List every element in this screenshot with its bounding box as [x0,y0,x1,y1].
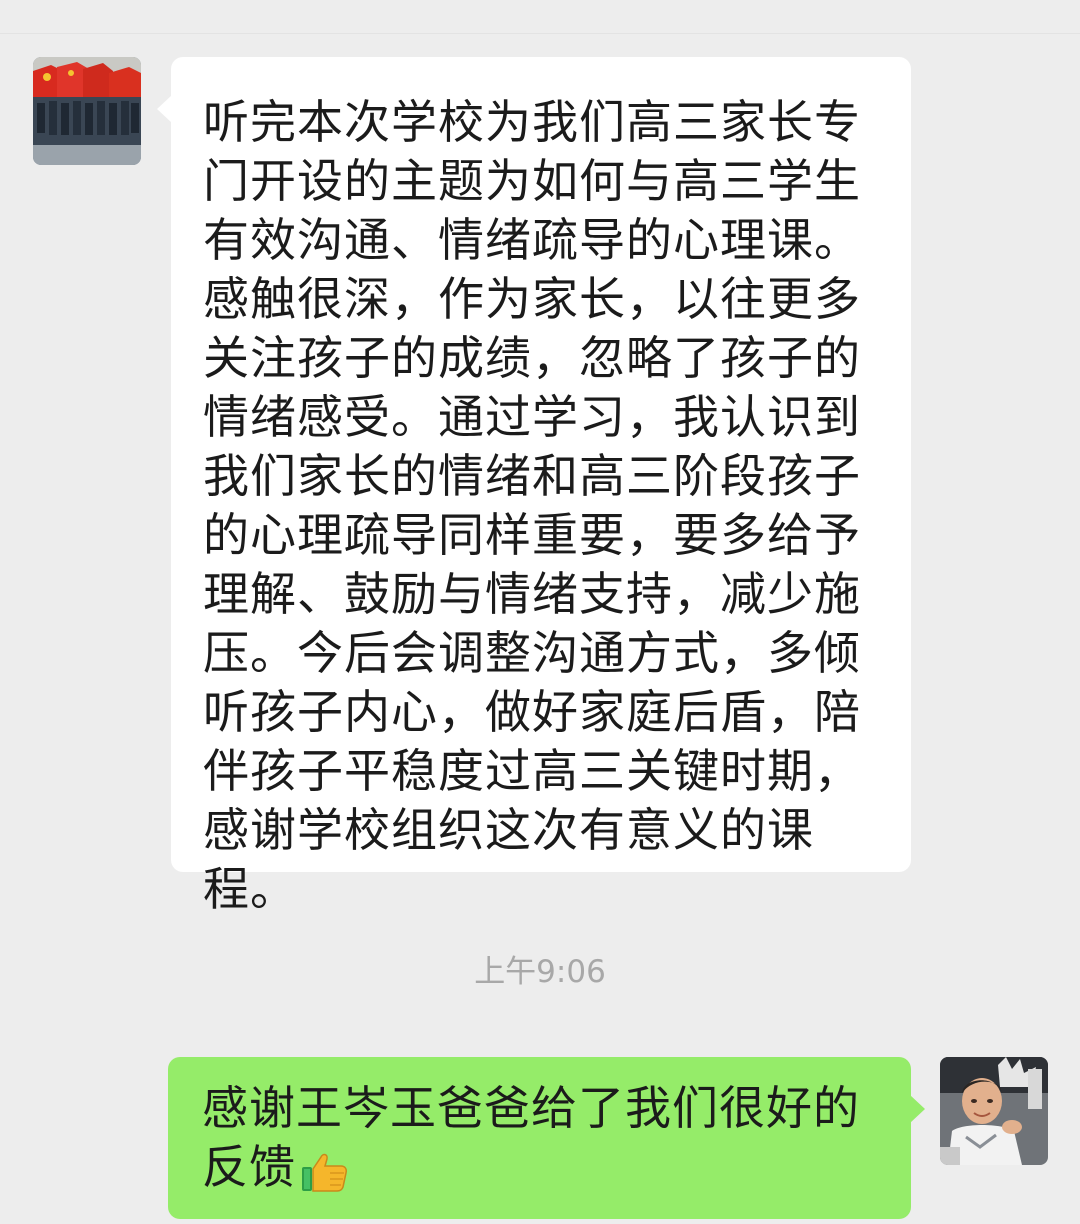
my-avatar[interactable] [940,1057,1048,1165]
sender-avatar[interactable] [33,57,141,165]
incoming-message-text: 听完本次学校为我们高三家长专门开设的主题为如何与高三学生有效沟通、情绪疏导的心理… [203,95,861,916]
top-divider [0,33,1080,34]
incoming-message-bubble[interactable]: 听完本次学校为我们高三家长专门开设的主题为如何与高三学生有效沟通、情绪疏导的心理… [157,57,911,916]
message-timestamp: 上午9:06 [474,954,606,990]
outgoing-message-bubble[interactable]: 感谢王岑玉爸爸给了我们很好的反馈 [168,1057,925,1219]
parade-photo-icon [33,57,141,165]
outgoing-message-text: 感谢王岑玉爸爸给了我们很好的反馈 [202,1079,891,1207]
child-photo-icon [940,1057,1048,1165]
thumbs-up-icon [300,1148,348,1207]
